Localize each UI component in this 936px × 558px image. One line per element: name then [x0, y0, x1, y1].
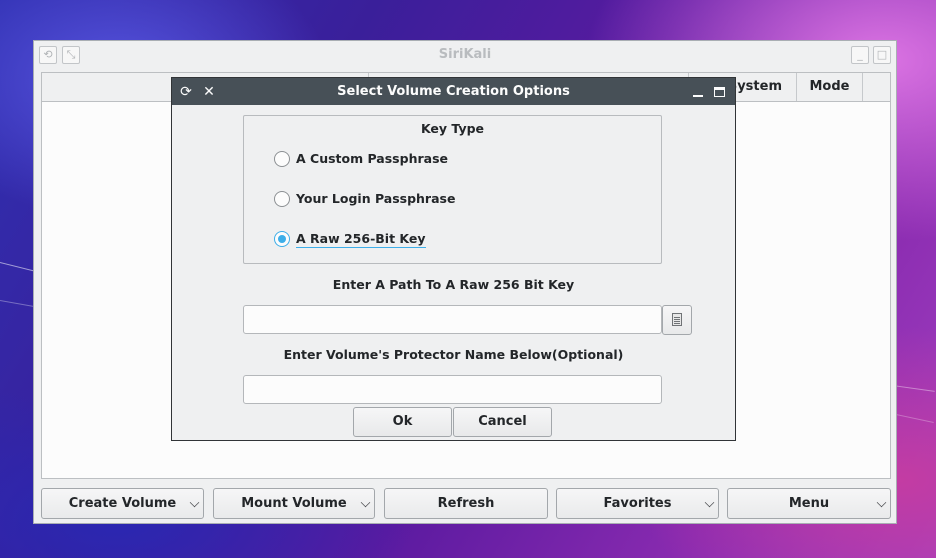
mount-volume-label: Mount Volume — [241, 496, 347, 511]
key-path-label: Enter A Path To A Raw 256 Bit Key — [332, 277, 575, 292]
radio-label: A Raw 256-Bit Key — [296, 231, 426, 248]
radio-label: Your Login Passphrase — [296, 191, 456, 206]
favorites-button[interactable]: Favorites — [556, 488, 719, 519]
create-volume-label: Create Volume — [68, 496, 177, 511]
minimize-icon[interactable] — [689, 83, 707, 101]
file-icon — [672, 313, 682, 326]
key-path-input[interactable] — [243, 305, 662, 334]
radio-button-checked[interactable] — [274, 231, 290, 247]
protector-name-input[interactable] — [243, 375, 662, 404]
column-header-mode[interactable]: Mode — [797, 73, 863, 101]
protector-name-label: Enter Volume's Protector Name Below(Opti… — [283, 347, 624, 362]
menu-label: Menu — [788, 496, 830, 511]
create-volume-button[interactable]: Create Volume — [41, 488, 204, 519]
window-title: SiriKali — [438, 47, 492, 62]
minimize-icon[interactable]: _ — [851, 46, 869, 64]
volume-creation-dialog: ⟳ ✕ Select Volume Creation Options Key T… — [171, 77, 736, 441]
radio-button[interactable] — [274, 191, 290, 207]
chevron-down-icon — [704, 497, 715, 508]
mount-volume-button[interactable]: Mount Volume — [213, 488, 375, 519]
dialog-title: Select Volume Creation Options — [337, 84, 570, 99]
refresh-button[interactable]: Refresh — [384, 488, 548, 519]
radio-label: A Custom Passphrase — [296, 151, 448, 166]
key-type-group: Key Type A Custom Passphrase Your Login … — [243, 115, 662, 264]
favorites-label: Favorites — [603, 496, 672, 511]
main-titlebar[interactable]: ⟲ ⤡ SiriKali _ □ — [34, 41, 896, 69]
radio-button[interactable] — [274, 151, 290, 167]
menu-button[interactable]: Menu — [727, 488, 891, 519]
refresh-label: Refresh — [437, 496, 495, 511]
file-picker-button[interactable] — [662, 305, 692, 335]
maximize-icon[interactable] — [711, 83, 729, 101]
chevron-down-icon — [189, 497, 200, 508]
chevron-down-icon — [360, 497, 371, 508]
dialog-titlebar[interactable]: ⟳ ✕ Select Volume Creation Options — [172, 78, 735, 105]
maximize-icon[interactable]: □ — [873, 46, 891, 64]
chevron-down-icon — [876, 497, 887, 508]
ok-button[interactable]: Ok — [353, 407, 452, 437]
cancel-button[interactable]: Cancel — [453, 407, 552, 437]
key-type-title: Key Type — [420, 121, 485, 136]
bottom-toolbar: Create Volume Mount Volume Refresh Favor… — [41, 488, 891, 520]
